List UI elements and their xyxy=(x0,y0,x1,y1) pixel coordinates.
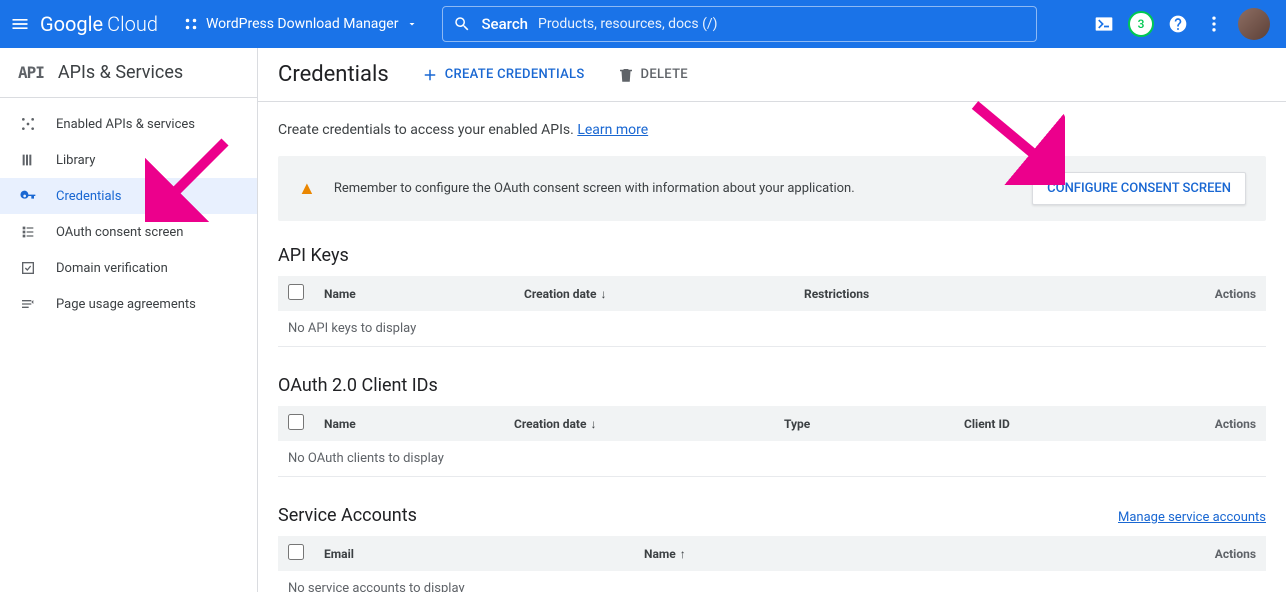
col-name[interactable]: Name xyxy=(314,406,504,441)
project-icon xyxy=(184,17,198,31)
project-name: WordPress Download Manager xyxy=(206,16,399,32)
sort-down-icon: ↓ xyxy=(600,287,606,301)
sidebar-item-label: Library xyxy=(56,153,95,168)
enabled-icon xyxy=(18,116,38,132)
sidebar-item-label: Credentials xyxy=(56,189,121,204)
create-credentials-button[interactable]: CREATE CREDENTIALS xyxy=(421,66,585,84)
table-row-empty: No OAuth clients to display xyxy=(278,441,1266,477)
section-oauth: OAuth 2.0 Client IDs Name Creation date↓… xyxy=(278,375,1266,477)
page-title: Credentials xyxy=(278,62,389,87)
search-box[interactable]: Search xyxy=(442,6,1037,42)
avatar[interactable] xyxy=(1238,8,1270,40)
col-name[interactable]: Name↑ xyxy=(634,536,951,571)
section-title: Service Accounts xyxy=(278,505,417,526)
empty-msg: No OAuth clients to display xyxy=(278,441,1266,477)
sidebar-item-label: OAuth consent screen xyxy=(56,225,183,240)
sidebar-item-usage[interactable]: Page usage agreements xyxy=(0,286,257,322)
col-email[interactable]: Email xyxy=(314,536,634,571)
verify-icon xyxy=(18,260,38,276)
section-api-keys: API Keys Name Creation date↓ Restriction… xyxy=(278,245,1266,347)
warning-icon: ▲ xyxy=(298,178,316,199)
create-label: CREATE CREDENTIALS xyxy=(445,67,585,82)
sidebar-item-label: Domain verification xyxy=(56,261,168,276)
col-creation[interactable]: Creation date↓ xyxy=(514,276,794,311)
consent-alert: ▲ Remember to configure the OAuth consen… xyxy=(278,156,1266,221)
plus-icon xyxy=(421,66,439,84)
col-type[interactable]: Type xyxy=(774,406,954,441)
sort-down-icon: ↓ xyxy=(590,417,596,431)
sidebar-item-label: Enabled APIs & services xyxy=(56,117,195,132)
consent-icon xyxy=(18,224,38,240)
main-header: Credentials CREATE CREDENTIALS DELETE xyxy=(258,48,1286,102)
top-bar: Google Cloud WordPress Download Manager … xyxy=(0,0,1286,48)
brand-word-1: Google xyxy=(40,12,103,36)
sort-up-icon: ↑ xyxy=(680,547,686,561)
library-icon xyxy=(18,152,38,168)
table-row-empty: No service accounts to display xyxy=(278,571,1266,592)
api-keys-table: Name Creation date↓ Restrictions Actions… xyxy=(278,276,1266,347)
intro-text: Create credentials to access your enable… xyxy=(278,122,1266,138)
select-all-checkbox[interactable] xyxy=(288,544,304,560)
badge-count: 3 xyxy=(1138,17,1145,31)
menu-icon[interactable] xyxy=(8,12,32,36)
empty-msg: No API keys to display xyxy=(278,311,1266,347)
api-logo: API xyxy=(18,63,44,82)
search-icon xyxy=(453,15,471,33)
search-input[interactable] xyxy=(538,16,1026,32)
delete-label: DELETE xyxy=(641,67,688,82)
col-restrictions[interactable]: Restrictions xyxy=(794,276,1069,311)
sidebar-header: API APIs & Services xyxy=(0,48,257,98)
sidebar-item-domain[interactable]: Domain verification xyxy=(0,250,257,286)
help-icon[interactable] xyxy=(1166,12,1190,36)
sidebar-item-label: Page usage agreements xyxy=(56,297,196,312)
col-actions: Actions xyxy=(1069,276,1266,311)
annotation-arrow-2 xyxy=(965,95,1065,185)
delete-button[interactable]: DELETE xyxy=(617,66,688,84)
section-service: Service Accounts Manage service accounts… xyxy=(278,505,1266,592)
col-client-id[interactable]: Client ID xyxy=(954,406,1116,441)
project-selector[interactable]: WordPress Download Manager xyxy=(176,12,427,36)
learn-more-link[interactable]: Learn more xyxy=(577,122,648,138)
main: Credentials CREATE CREDENTIALS DELETE Cr… xyxy=(258,48,1286,592)
trash-icon xyxy=(617,66,635,84)
trial-badge[interactable]: 3 xyxy=(1128,11,1154,37)
intro-lead: Create credentials to access your enable… xyxy=(278,122,577,138)
annotation-arrow-1 xyxy=(145,132,235,222)
table-row-empty: No API keys to display xyxy=(278,311,1266,347)
alert-text: Remember to configure the OAuth consent … xyxy=(334,181,1014,196)
sidebar: API APIs & Services Enabled APIs & servi… xyxy=(0,48,258,592)
col-actions: Actions xyxy=(1116,406,1266,441)
section-title: API Keys xyxy=(278,245,349,266)
col-name[interactable]: Name xyxy=(314,276,514,311)
col-creation[interactable]: Creation date↓ xyxy=(504,406,774,441)
sidebar-title: APIs & Services xyxy=(58,62,183,83)
oauth-table: Name Creation date↓ Type Client ID Actio… xyxy=(278,406,1266,477)
agreements-icon xyxy=(18,296,38,312)
col-actions: Actions xyxy=(951,536,1266,571)
select-all-checkbox[interactable] xyxy=(288,414,304,430)
gcp-logo[interactable]: Google Cloud xyxy=(40,12,158,36)
more-vert-icon[interactable] xyxy=(1202,12,1226,36)
brand-word-2: Cloud xyxy=(107,12,158,36)
search-label: Search xyxy=(481,15,528,33)
chevron-down-icon xyxy=(406,18,418,30)
manage-service-accounts-link[interactable]: Manage service accounts xyxy=(1118,510,1266,525)
service-table: Email Name↑ Actions No service accounts … xyxy=(278,536,1266,592)
select-all-checkbox[interactable] xyxy=(288,284,304,300)
section-title: OAuth 2.0 Client IDs xyxy=(278,375,438,396)
empty-msg: No service accounts to display xyxy=(278,571,1266,592)
key-icon xyxy=(18,188,38,204)
cloud-shell-icon[interactable] xyxy=(1092,12,1116,36)
